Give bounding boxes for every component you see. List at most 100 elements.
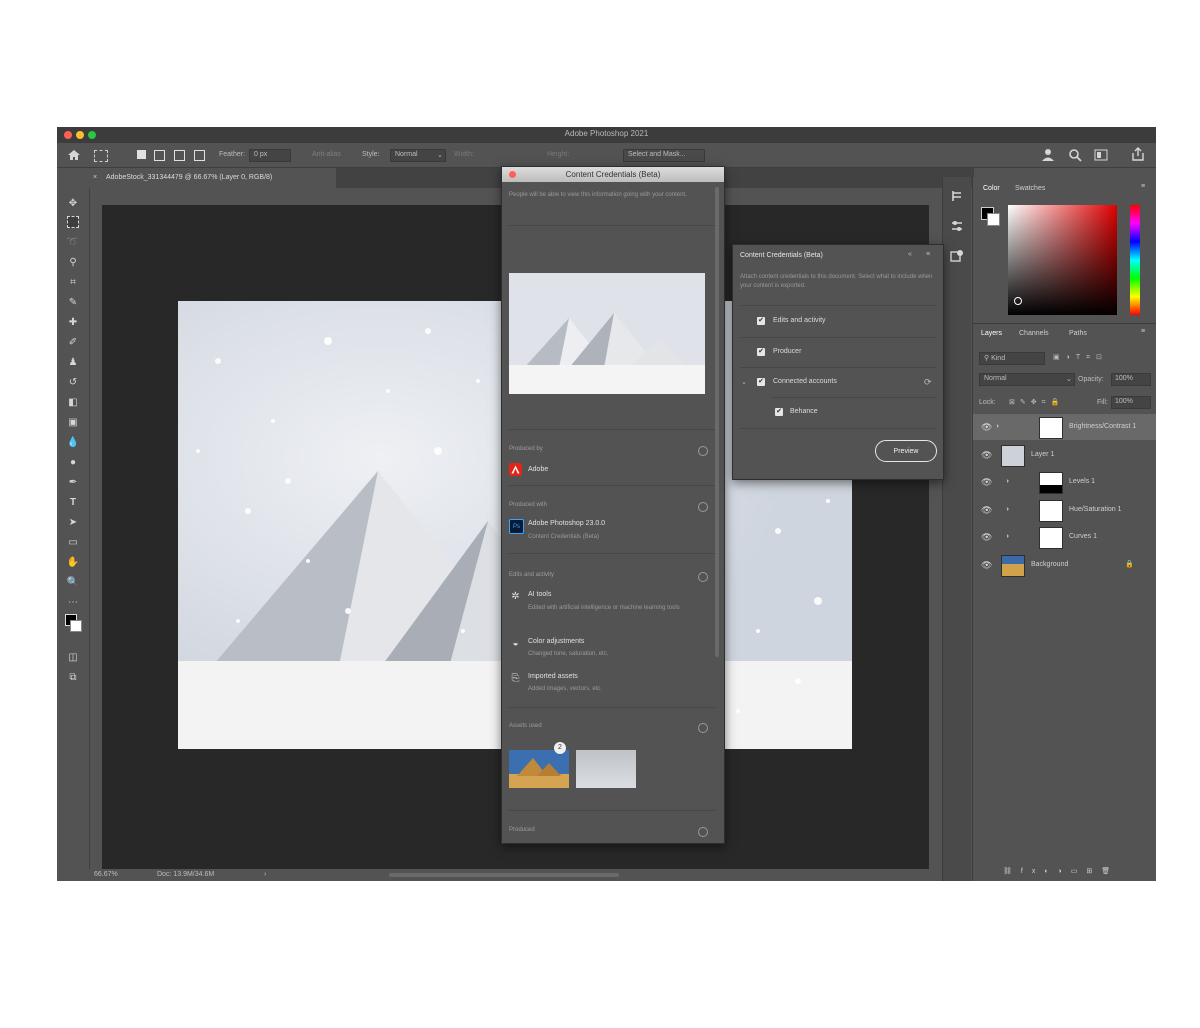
levels-histogram-thumbnail[interactable]: [1039, 472, 1063, 494]
subtract-selection-icon[interactable]: [174, 150, 185, 161]
layer-mask-thumbnail[interactable]: [1039, 500, 1063, 522]
layers-panel-menu-icon[interactable]: ≡: [1141, 328, 1145, 335]
document-info[interactable]: Doc: 13.9M/34.6M: [157, 871, 214, 878]
style-select[interactable]: Normal ⌄: [390, 149, 446, 162]
add-selection-icon[interactable]: [154, 150, 165, 161]
dodge-tool-icon[interactable]: ●: [66, 455, 80, 469]
opacity-input[interactable]: 100%: [1111, 373, 1151, 386]
tab-layers[interactable]: Layers: [981, 330, 1002, 337]
connected-accounts-checkbox[interactable]: ✔: [757, 378, 765, 386]
layer-row[interactable]: 👁 ◑ Levels 1: [973, 469, 1156, 495]
visibility-eye-icon[interactable]: 👁: [981, 477, 992, 487]
layer-row[interactable]: 👁 Layer 1: [973, 442, 1156, 468]
background-color-icon[interactable]: [70, 620, 82, 632]
quick-mask-icon[interactable]: ◫: [66, 650, 80, 664]
eraser-tool-icon[interactable]: ◧: [66, 395, 80, 409]
horizontal-scrollbar[interactable]: [389, 873, 619, 877]
preview-button[interactable]: Preview: [875, 440, 937, 462]
layer-mask-thumbnail[interactable]: [1039, 417, 1063, 439]
marquee-tool-preset-icon[interactable]: [94, 150, 108, 162]
clone-stamp-tool-icon[interactable]: ♟: [66, 355, 80, 369]
producer-checkbox[interactable]: ✔: [757, 348, 765, 356]
layer-filter-kind-select[interactable]: ⚲ Kind: [979, 352, 1045, 365]
home-icon[interactable]: [67, 149, 81, 161]
color-picker-field[interactable]: [1008, 205, 1117, 315]
select-and-mask-button[interactable]: Select and Mask...: [623, 149, 705, 162]
flyout-menu-icon[interactable]: ≡: [926, 251, 930, 258]
crop-tool-icon[interactable]: ⌗: [66, 275, 80, 289]
workspace-icon[interactable]: [1094, 148, 1110, 162]
info-icon[interactable]: [698, 572, 708, 582]
screen-mode-icon[interactable]: ⧉: [66, 670, 80, 684]
color-swatches[interactable]: [65, 614, 82, 636]
layer-filter-icons[interactable]: ▣◑T⌗⊡: [1053, 353, 1108, 362]
search-icon[interactable]: [1068, 148, 1082, 162]
content-credentials-panel-icon[interactable]: [950, 249, 964, 263]
info-icon[interactable]: [698, 446, 708, 456]
info-icon[interactable]: [698, 723, 708, 733]
antialias-checkbox[interactable]: Anti-alias: [312, 151, 341, 158]
path-selection-tool-icon[interactable]: ➤: [66, 515, 80, 529]
brush-tool-icon[interactable]: ✐: [66, 335, 80, 349]
refresh-icon[interactable]: ⟳: [924, 377, 932, 388]
intersect-selection-icon[interactable]: [194, 150, 205, 161]
eyedropper-tool-icon[interactable]: ✎: [66, 295, 80, 309]
zoom-tool-icon[interactable]: 🔍: [66, 575, 80, 589]
status-menu-icon[interactable]: ›: [264, 871, 266, 878]
layer-thumbnail[interactable]: [1001, 445, 1025, 467]
fill-input[interactable]: 100%: [1111, 396, 1151, 409]
blend-mode-select[interactable]: Normal ⌄: [979, 373, 1075, 386]
tab-paths[interactable]: Paths: [1069, 330, 1087, 337]
behance-checkbox[interactable]: ✔: [775, 408, 783, 416]
visibility-eye-icon[interactable]: 👁: [981, 450, 992, 460]
history-brush-tool-icon[interactable]: ↺: [66, 375, 80, 389]
info-icon[interactable]: [698, 502, 708, 512]
tab-color[interactable]: Color: [983, 185, 1000, 192]
background-layer-thumbnail[interactable]: [1001, 555, 1025, 577]
collapse-panel-icon[interactable]: «: [908, 251, 912, 258]
hue-slider[interactable]: [1130, 205, 1140, 315]
visibility-eye-icon[interactable]: 👁: [981, 532, 992, 542]
lock-icons[interactable]: ⊠✎✥⌗🔒: [1009, 398, 1064, 407]
visibility-eye-icon[interactable]: 👁: [981, 560, 992, 570]
layer-row[interactable]: 👁 ◑ Brightness/Contrast 1: [973, 414, 1156, 440]
asset-thumbnail[interactable]: [576, 750, 636, 788]
edits-activity-checkbox[interactable]: ✔: [757, 317, 765, 325]
color-panel-menu-icon[interactable]: ≡: [1141, 183, 1145, 190]
document-tab[interactable]: × AdobeStock_331344479 @ 66.67% (Layer 0…: [93, 168, 336, 188]
gradient-tool-icon[interactable]: ▣: [66, 415, 80, 429]
asset-thumbnail[interactable]: [509, 750, 569, 788]
visibility-eye-icon[interactable]: 👁: [981, 505, 992, 515]
layer-row[interactable]: 👁 ◑ Curves 1: [973, 524, 1156, 550]
blur-tool-icon[interactable]: 💧: [66, 435, 80, 449]
feather-input[interactable]: 0 px: [249, 149, 291, 162]
history-panel-icon[interactable]: [950, 189, 964, 203]
pen-tool-icon[interactable]: ✒: [66, 475, 80, 489]
share-icon[interactable]: [1131, 147, 1145, 162]
tab-swatches[interactable]: Swatches: [1015, 185, 1045, 192]
visibility-eye-icon[interactable]: 👁: [981, 422, 992, 432]
layer-mask-thumbnail[interactable]: [1039, 527, 1063, 549]
object-selection-tool-icon[interactable]: ⚲: [66, 255, 80, 269]
info-icon[interactable]: [698, 827, 708, 837]
move-tool-icon[interactable]: ✥: [66, 196, 80, 210]
healing-brush-tool-icon[interactable]: ✚: [66, 315, 80, 329]
type-tool-icon[interactable]: T: [66, 495, 80, 509]
cc-panel-scrollbar[interactable]: [715, 187, 719, 657]
color-picker-handle[interactable]: [1014, 297, 1022, 305]
layer-row[interactable]: 👁 Background 🔒: [973, 552, 1156, 578]
tab-channels[interactable]: Channels: [1019, 330, 1049, 337]
more-tools-icon[interactable]: ⋯: [66, 595, 80, 609]
hand-tool-icon[interactable]: ✋: [66, 555, 80, 569]
close-tab-icon[interactable]: ×: [93, 174, 97, 181]
rectangular-marquee-tool-icon[interactable]: [67, 216, 79, 228]
lasso-tool-icon[interactable]: ➰: [66, 235, 80, 249]
adjustments-panel-icon[interactable]: [950, 219, 964, 233]
rectangle-tool-icon[interactable]: ▭: [66, 535, 80, 549]
layers-footer-icons[interactable]: ⛓fx◐◑▭⊞🗑: [1003, 867, 1119, 875]
share-user-icon[interactable]: [1041, 148, 1055, 162]
zoom-level[interactable]: 66.67%: [94, 871, 118, 878]
expand-chevron-icon[interactable]: ⌄: [741, 378, 747, 386]
background-swatch[interactable]: [987, 213, 1000, 226]
layer-row[interactable]: 👁 ◑ Hue/Saturation 1: [973, 497, 1156, 523]
